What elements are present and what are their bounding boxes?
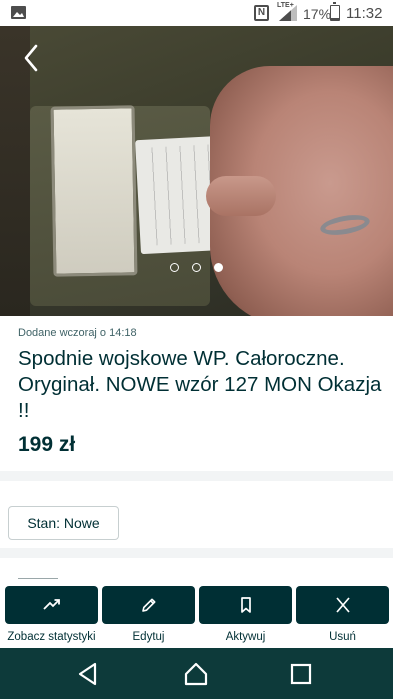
- recents-icon[interactable]: [287, 660, 315, 688]
- condition-chip[interactable]: Stan: Nowe: [8, 506, 119, 540]
- trending-up-icon: [43, 599, 60, 610]
- system-nav-bar: [0, 648, 393, 699]
- nfc-icon: N: [254, 5, 269, 21]
- action-bar: Zobacz statystyki Edytuj Aktywuj Usuń: [0, 584, 393, 648]
- section-divider: [0, 548, 393, 558]
- listing-title: Spodnie wojskowe WP. Całoroczne. Orygina…: [18, 347, 382, 422]
- image-notification-icon: [11, 6, 26, 19]
- battery-level-fill: [331, 17, 339, 20]
- posted-date: Dodane wczoraj o 14:18: [18, 327, 137, 339]
- back-triangle-icon[interactable]: [74, 660, 102, 688]
- activate-label: Aktywuj: [225, 631, 266, 643]
- gallery-dot[interactable]: [214, 263, 223, 272]
- statistics-button[interactable]: [5, 586, 98, 624]
- battery-icon: [330, 2, 340, 21]
- statistics-label: Zobacz statystyki: [7, 631, 96, 643]
- clock: 11:32: [346, 5, 383, 22]
- section-divider: [0, 471, 393, 481]
- photo-gallery[interactable]: [0, 26, 393, 316]
- pencil-icon: [142, 598, 156, 612]
- status-bar: N LTE+ 17% 11:32: [0, 0, 393, 26]
- home-icon[interactable]: [182, 660, 210, 688]
- delete-label: Usuń: [329, 631, 356, 643]
- chevron-left-icon: [24, 44, 38, 72]
- gallery-dot[interactable]: [170, 263, 179, 272]
- listing-price: 199 zł: [18, 433, 76, 456]
- partially-hidden-text: [18, 574, 58, 582]
- gallery-dot[interactable]: [192, 263, 201, 272]
- back-button[interactable]: [18, 42, 46, 74]
- delete-button[interactable]: [296, 586, 389, 624]
- bookmark-icon: [241, 597, 251, 613]
- photo-patch: [50, 105, 138, 277]
- gallery-pagination: [0, 261, 393, 275]
- activate-button[interactable]: [199, 586, 292, 624]
- battery-percent: 17%: [303, 6, 332, 22]
- close-icon: [336, 597, 350, 613]
- signal-icon: [279, 5, 297, 21]
- edit-label: Edytuj: [132, 631, 165, 643]
- edit-button[interactable]: [102, 586, 195, 624]
- photo-finger: [206, 176, 276, 216]
